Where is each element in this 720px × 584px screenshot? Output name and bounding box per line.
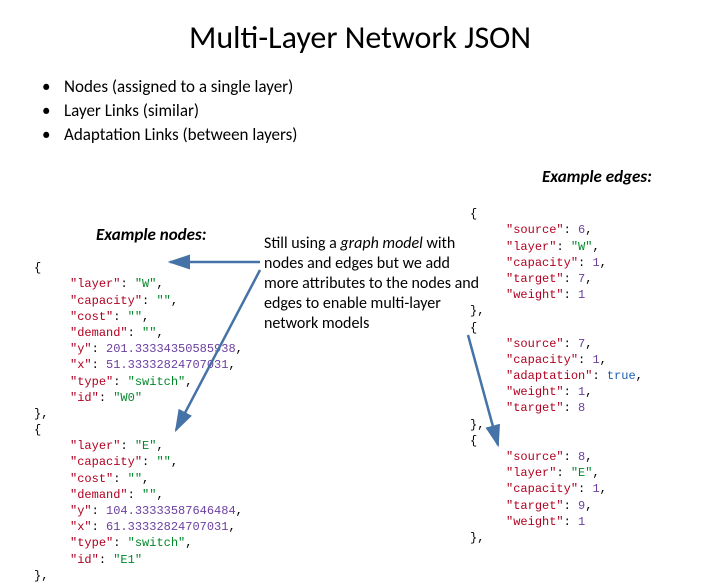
example-nodes-label: Example nodes: — [96, 224, 206, 245]
example-edges-label: Example edges: — [542, 166, 652, 187]
desc-part: Still using a — [264, 234, 340, 253]
desc-emph: graph model — [340, 234, 422, 253]
bullet-item: Layer Links (similar) — [42, 99, 720, 123]
bullet-item: Adaptation Links (between layers) — [42, 123, 720, 147]
description-text: Still using a graph model with nodes and… — [264, 234, 482, 334]
slide-title: Multi-Layer Network JSON — [0, 0, 720, 57]
bullet-item: Nodes (assigned to a single layer) — [42, 75, 720, 99]
example-edges-code: { "source": 6, "layer": "W", "capacity":… — [470, 190, 643, 546]
bullet-list: Nodes (assigned to a single layer) Layer… — [42, 75, 720, 146]
example-nodes-code: { "layer": "W", "capacity": "", "cost": … — [34, 244, 243, 584]
